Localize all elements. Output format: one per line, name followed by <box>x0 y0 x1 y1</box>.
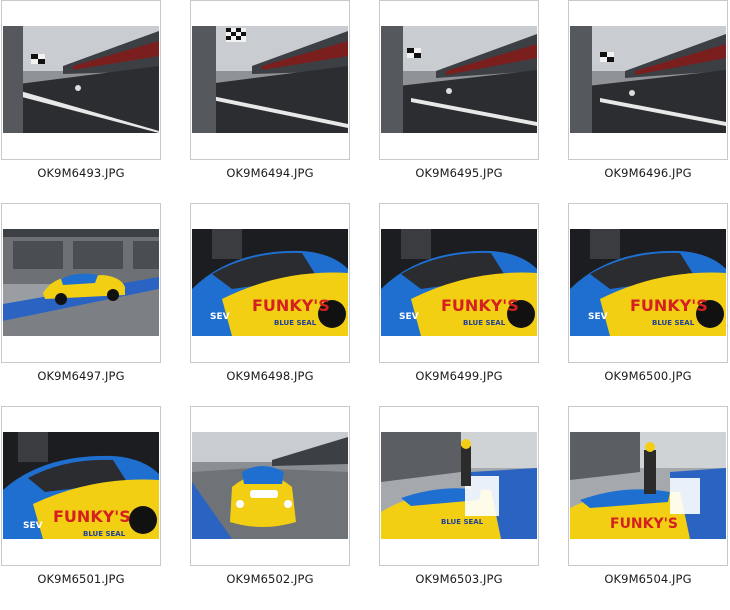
file-name-label: OK9M6495.JPG <box>415 166 503 180</box>
file-item[interactable]: BLUE SEAL OK9M6503.JPG <box>379 406 539 601</box>
pit-straight-photo-icon <box>3 26 159 133</box>
svg-text:FUNKY'S: FUNKY'S <box>441 296 519 315</box>
thumbnail-frame[interactable] <box>568 0 728 160</box>
file-name-label: OK9M6497.JPG <box>37 369 125 383</box>
file-item[interactable]: OK9M6493.JPG <box>1 0 161 195</box>
file-item[interactable]: FUNKY'S SEV BLUE SEAL OK9M6498.JPG <box>190 203 350 398</box>
thumbnail-frame[interactable]: FUNKY'S SEV BLUE SEAL <box>1 406 161 566</box>
svg-text:FUNKY'S: FUNKY'S <box>630 296 708 315</box>
race-car-front-photo-icon <box>192 432 348 539</box>
thumbnail-frame[interactable] <box>190 0 350 160</box>
thumbnail-frame[interactable]: FUNKY'S SEV BLUE SEAL <box>379 203 539 363</box>
thumbnail-frame[interactable]: FUNKY'S <box>568 406 728 566</box>
svg-text:SEV: SEV <box>588 312 608 322</box>
thumbnail-frame[interactable] <box>1 0 161 160</box>
svg-text:FUNKY'S: FUNKY'S <box>610 516 678 532</box>
race-car-closeup-photo-icon: FUNKY'S SEV BLUE SEAL <box>3 432 159 539</box>
thumbnail-frame[interactable] <box>190 406 350 566</box>
file-name-label: OK9M6500.JPG <box>604 369 692 383</box>
thumbnail-frame[interactable]: FUNKY'S SEV BLUE SEAL <box>190 203 350 363</box>
file-item[interactable]: FUNKY'S SEV BLUE SEAL OK9M6500.JPG <box>568 203 728 398</box>
race-car-closeup-photo-icon: FUNKY'S SEV BLUE SEAL <box>570 229 726 336</box>
svg-text:BLUE SEAL: BLUE SEAL <box>652 319 695 327</box>
file-name-label: OK9M6501.JPG <box>37 572 125 586</box>
svg-text:SEV: SEV <box>399 312 419 322</box>
file-name-label: OK9M6496.JPG <box>604 166 692 180</box>
race-car-closeup-photo-icon: FUNKY'S SEV BLUE SEAL <box>381 229 537 336</box>
thumbnail-frame[interactable]: BLUE SEAL <box>379 406 539 566</box>
pit-straight-photo-icon <box>570 26 726 133</box>
file-item[interactable]: OK9M6497.JPG <box>1 203 161 398</box>
thumbnail-frame[interactable] <box>1 203 161 363</box>
file-name-label: OK9M6504.JPG <box>604 572 692 586</box>
driver-exiting-car-photo-icon: BLUE SEAL <box>381 432 537 539</box>
svg-text:BLUE SEAL: BLUE SEAL <box>83 530 126 538</box>
svg-text:SEV: SEV <box>210 312 230 322</box>
pit-straight-photo-icon <box>192 26 348 133</box>
thumbnail-frame[interactable] <box>379 0 539 160</box>
file-item[interactable]: OK9M6494.JPG <box>190 0 350 195</box>
file-item[interactable]: FUNKY'S SEV BLUE SEAL OK9M6499.JPG <box>379 203 539 398</box>
thumbnail-frame[interactable]: FUNKY'S SEV BLUE SEAL <box>568 203 728 363</box>
pit-straight-photo-icon <box>381 26 537 133</box>
svg-text:SEV: SEV <box>23 521 43 531</box>
svg-text:FUNKY'S: FUNKY'S <box>252 296 330 315</box>
file-name-label: OK9M6499.JPG <box>415 369 503 383</box>
file-name-label: OK9M6502.JPG <box>226 572 314 586</box>
file-item[interactable]: OK9M6502.JPG <box>190 406 350 601</box>
thumbnail-grid: OK9M6493.JPG OK9M6494.JPG OK9M6495.JPG O… <box>0 0 730 610</box>
file-item[interactable]: OK9M6495.JPG <box>379 0 539 195</box>
file-item[interactable]: FUNKY'S SEV BLUE SEAL OK9M6501.JPG <box>1 406 161 601</box>
file-item[interactable]: OK9M6496.JPG <box>568 0 728 195</box>
file-name-label: OK9M6498.JPG <box>226 369 314 383</box>
file-name-label: OK9M6503.JPG <box>415 572 503 586</box>
file-name-label: OK9M6494.JPG <box>226 166 314 180</box>
race-car-closeup-photo-icon: FUNKY'S SEV BLUE SEAL <box>192 229 348 336</box>
svg-text:BLUE SEAL: BLUE SEAL <box>441 518 484 526</box>
file-name-label: OK9M6493.JPG <box>37 166 125 180</box>
svg-text:BLUE SEAL: BLUE SEAL <box>274 319 317 327</box>
svg-text:FUNKY'S: FUNKY'S <box>53 507 131 526</box>
race-car-pitlane-photo-icon <box>3 229 159 336</box>
file-item[interactable]: FUNKY'S OK9M6504.JPG <box>568 406 728 601</box>
svg-text:BLUE SEAL: BLUE SEAL <box>463 319 506 327</box>
driver-exiting-car-photo-icon: FUNKY'S <box>570 432 726 539</box>
